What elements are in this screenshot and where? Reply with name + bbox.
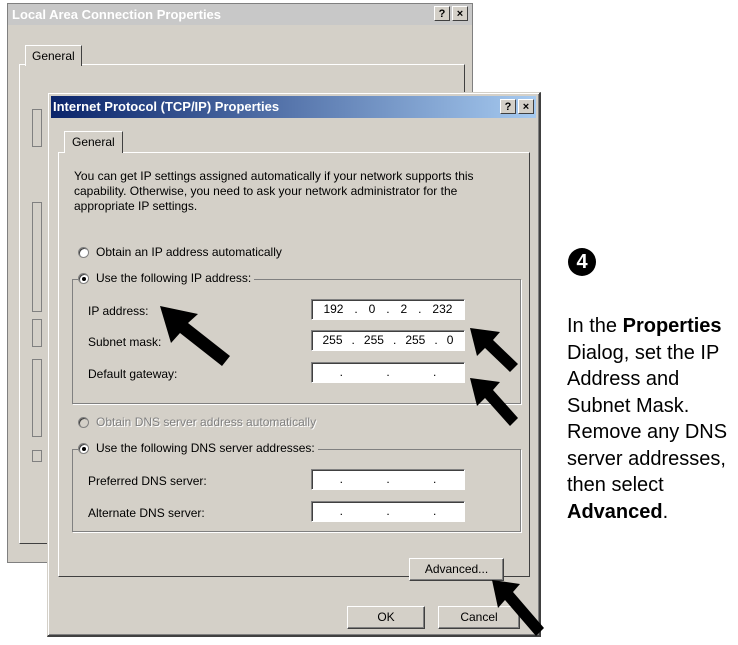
dns-manual-radio[interactable]: [78, 442, 89, 454]
subnet-mask-label: Subnet mask:: [88, 335, 162, 349]
ip-auto-label: Obtain an IP address automatically: [96, 245, 282, 259]
step-number-badge: 4: [568, 248, 596, 276]
back-window-titlebar[interactable]: Local Area Connection Properties ? ×: [8, 4, 472, 25]
back-window-title: Local Area Connection Properties: [12, 7, 222, 22]
subnet-octet-4: 0: [446, 333, 454, 347]
dialog-title: Internet Protocol (TCP/IP) Properties: [53, 99, 280, 114]
alternate-dns-label: Alternate DNS server:: [88, 506, 205, 520]
default-gateway-label: Default gateway:: [88, 367, 178, 381]
note-text-3: .: [662, 500, 669, 523]
preferred-dns-input[interactable]: ...: [311, 469, 465, 490]
note-text-1: In the: [567, 315, 623, 337]
preferred-dns-label: Preferred DNS server:: [88, 474, 207, 488]
dns-auto-option[interactable]: Obtain DNS server address automatically: [78, 415, 316, 429]
ip-octet-3: 2: [400, 302, 408, 316]
ok-button[interactable]: OK: [347, 606, 425, 629]
help-button[interactable]: ?: [500, 99, 516, 114]
subnet-mask-input[interactable]: 255. 255. 255. 0: [311, 330, 465, 351]
note-bold-advanced: Advanced: [567, 500, 663, 523]
note-bold-properties: Properties: [622, 315, 722, 337]
back-ghost-list: [32, 202, 42, 312]
back-ghost-checkbox: [32, 450, 42, 462]
ip-address-input[interactable]: 192. 0. 2. 232: [311, 299, 465, 320]
dns-auto-radio[interactable]: [78, 416, 89, 428]
alternate-dns-input[interactable]: ...: [311, 501, 465, 522]
ip-manual-radio[interactable]: [78, 272, 89, 284]
dialog-titlebar[interactable]: Internet Protocol (TCP/IP) Properties ? …: [51, 96, 536, 118]
dns-manual-option[interactable]: Use the following DNS server addresses:: [78, 441, 318, 455]
arrow-default-gateway-icon: [470, 378, 518, 426]
ip-octet-4: 232: [432, 302, 453, 316]
instruction-text: In the Properties Dialog, set the IP Add…: [567, 313, 737, 525]
ip-manual-label: Use the following IP address:: [96, 271, 252, 285]
ip-auto-option[interactable]: Obtain an IP address automatically: [78, 245, 282, 259]
arrow-advanced-icon: [492, 580, 544, 636]
ip-auto-radio[interactable]: [78, 246, 89, 258]
ip-address-label: IP address:: [88, 304, 149, 318]
subnet-octet-1: 255: [322, 333, 343, 347]
back-close-button[interactable]: ×: [452, 6, 468, 21]
dns-auto-label: Obtain DNS server address automatically: [96, 415, 317, 429]
back-ghost-group: [32, 359, 42, 437]
tcpip-properties-dialog: Internet Protocol (TCP/IP) Properties ? …: [47, 92, 541, 637]
description-text: You can get IP settings assigned automat…: [74, 169, 474, 213]
arrow-subnet-mask-icon: [470, 328, 518, 372]
ip-octet-2: 0: [368, 302, 376, 316]
default-gateway-input[interactable]: ...: [311, 362, 465, 383]
back-help-button[interactable]: ?: [434, 6, 450, 21]
arrow-ip-address-icon: [160, 306, 230, 366]
close-button[interactable]: ×: [518, 99, 534, 114]
subnet-octet-3: 255: [405, 333, 426, 347]
ip-octet-1: 192: [323, 302, 344, 316]
subnet-octet-2: 255: [363, 333, 384, 347]
ip-manual-option[interactable]: Use the following IP address:: [78, 271, 255, 285]
back-ghost-field: [32, 109, 42, 147]
note-text-2: Dialog, set the IP Address and Subnet Ma…: [567, 341, 728, 497]
back-ghost-button: [32, 319, 42, 347]
tab-general[interactable]: General: [64, 131, 123, 153]
dns-manual-label: Use the following DNS server addresses:: [96, 441, 315, 455]
back-tab-general[interactable]: General: [25, 45, 82, 66]
